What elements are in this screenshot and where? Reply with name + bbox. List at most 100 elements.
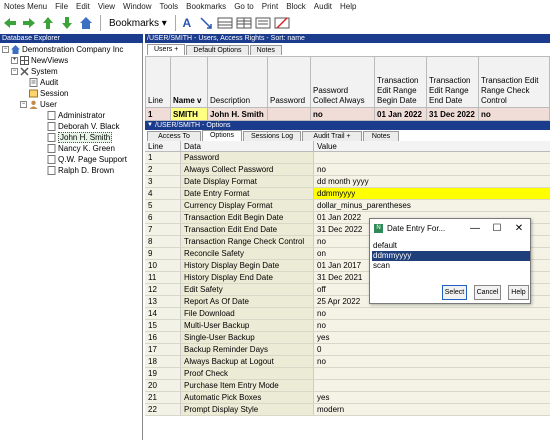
cell-value[interactable] [314,368,550,379]
cell-line[interactable]: 3 [145,176,181,187]
menu-tools[interactable]: Tools [155,2,182,11]
cell-data[interactable]: History Display End Date [181,272,314,283]
cell-name[interactable]: SMITH [170,107,208,121]
tree-item-session[interactable]: Session [29,88,68,99]
format-list[interactable]: default ddmmyyyy scan [372,241,530,271]
cell-data[interactable]: Prompt Display Style [181,404,314,415]
cell-value[interactable]: dollar_minus_parentheses [314,200,550,211]
menu-help[interactable]: Help [336,2,360,11]
cell-password[interactable] [267,107,311,121]
sort-icon[interactable] [198,15,214,31]
cell-value[interactable] [314,380,550,391]
tree-user-green[interactable]: Nancy K. Green [47,143,115,154]
cell-value[interactable]: modern [314,404,550,415]
dialog-titlebar[interactable]: N Date Entry For... — ☐ ✕ [370,219,530,237]
cell-line[interactable]: 19 [145,368,181,379]
tab-notes[interactable]: Notes [249,45,282,55]
cell-data[interactable]: Proof Check [181,368,314,379]
cell-line[interactable]: 14 [145,308,181,319]
list-item[interactable]: default [372,241,530,251]
table-row[interactable]: 3 Date Display Format dd month yyyy [145,176,550,188]
cell-line[interactable]: 21 [145,392,181,403]
cell-data[interactable]: Reconcile Safety [181,248,314,259]
column-header[interactable]: Line [145,141,181,151]
table-row[interactable]: 22 Prompt Display Style modern [145,404,550,416]
column-header[interactable]: Transaction Edit Range Begin Date [374,56,427,108]
collapse-icon[interactable]: − [2,46,9,53]
cell-data[interactable]: Date Entry Format [181,188,314,199]
menu-print[interactable]: Print [258,2,282,11]
cell-value[interactable]: no [314,308,550,319]
cell-line[interactable]: 16 [145,332,181,343]
cell-line[interactable]: 13 [145,296,181,307]
cell-value[interactable] [314,152,550,163]
menu-file[interactable]: File [51,2,72,11]
collapse-icon[interactable]: − [20,101,27,108]
table-row[interactable]: 1 Password [145,152,550,164]
cell-value[interactable]: no [314,320,550,331]
cell-line[interactable]: 6 [145,212,181,223]
tree-item-user[interactable]: − User [20,99,57,110]
table-row[interactable]: 5 Currency Display Format dollar_minus_par… [145,200,550,212]
cell-value[interactable]: 0 [314,344,550,355]
tab-default-options[interactable]: Default Options [186,45,249,55]
column-header[interactable]: Name v [170,56,208,108]
cell-value[interactable]: ddmmyyyy [314,188,550,199]
tree-item-audit[interactable]: Audit [29,77,58,88]
tree-user-black[interactable]: Deborah V. Black [47,121,120,132]
cell-line[interactable]: 11 [145,272,181,283]
help-button[interactable]: Help [508,285,529,300]
list-item[interactable]: ddmmyyyy [372,251,530,261]
tab-options[interactable]: Options [202,130,242,141]
collapse-panel-icon[interactable]: ▼ [147,121,153,130]
column-header[interactable]: Value [314,141,550,151]
tree-item-system[interactable]: − System [11,66,58,77]
cell-line[interactable]: 17 [145,344,181,355]
cell-check-control[interactable]: no [478,107,550,121]
tree-root[interactable]: − Demonstration Company Inc [2,44,123,55]
table-row[interactable]: 17 Backup Reminder Days 0 [145,344,550,356]
menu-notes[interactable]: Notes Menu [0,2,51,11]
column-header[interactable]: Description [207,56,268,108]
column-header[interactable]: Transaction Edit Range End Date [426,56,479,108]
table-row[interactable]: 2 Always Collect Password no [145,164,550,176]
list-icon[interactable] [255,15,271,31]
tree-user-smith[interactable]: John H. Smith [47,132,113,143]
cell-line[interactable]: 2 [145,164,181,175]
cell-line[interactable]: 7 [145,224,181,235]
cell-data[interactable]: Multi-User Backup [181,320,314,331]
cell-data[interactable]: Report As Of Date [181,296,314,307]
explorer-tree[interactable]: − Demonstration Company Inc + NewViews −… [0,43,143,440]
cell-data[interactable]: File Download [181,308,314,319]
table-row[interactable]: 14 File Download no [145,308,550,320]
menu-audit[interactable]: Audit [310,2,336,11]
minimize-icon[interactable]: — [464,223,486,234]
forward-arrow-icon[interactable] [21,15,37,31]
menu-block[interactable]: Block [282,2,310,11]
cell-data[interactable]: Automatic Pick Boxes [181,392,314,403]
tab-access-to[interactable]: Access To [147,131,201,141]
cell-data[interactable]: Backup Reminder Days [181,344,314,355]
cell-data[interactable]: Always Collect Password [181,164,314,175]
cell-value[interactable]: no [314,164,550,175]
table-row[interactable]: 1 SMITH John H. Smith no 01 Jan 2022 31 … [145,107,550,121]
menu-view[interactable]: View [94,2,119,11]
menu-bookmarks[interactable]: Bookmarks [182,2,230,11]
table-row[interactable]: 15 Multi-User Backup no [145,320,550,332]
column-header[interactable]: Password Collect Always [310,56,375,108]
up-arrow-icon[interactable] [40,15,56,31]
cell-data[interactable]: Transaction Edit End Date [181,224,314,235]
cell-line[interactable]: 8 [145,236,181,247]
tab-sessions-log[interactable]: Sessions Log [243,131,301,141]
cell-end-date[interactable]: 31 Dec 2022 [426,107,479,121]
list-item[interactable]: scan [372,261,530,271]
cell-data[interactable]: Transaction Range Check Control [181,236,314,247]
close-icon[interactable]: ✕ [508,223,530,234]
column-header[interactable]: Password [267,56,311,108]
column-header[interactable]: Transaction Edit Range Check Control [478,56,550,108]
cell-line[interactable]: 20 [145,380,181,391]
cell-description[interactable]: John H. Smith [207,107,268,121]
cell-data[interactable]: Single-User Backup [181,332,314,343]
column-header[interactable]: Line [145,56,171,108]
cell-data[interactable]: Currency Display Format [181,200,314,211]
